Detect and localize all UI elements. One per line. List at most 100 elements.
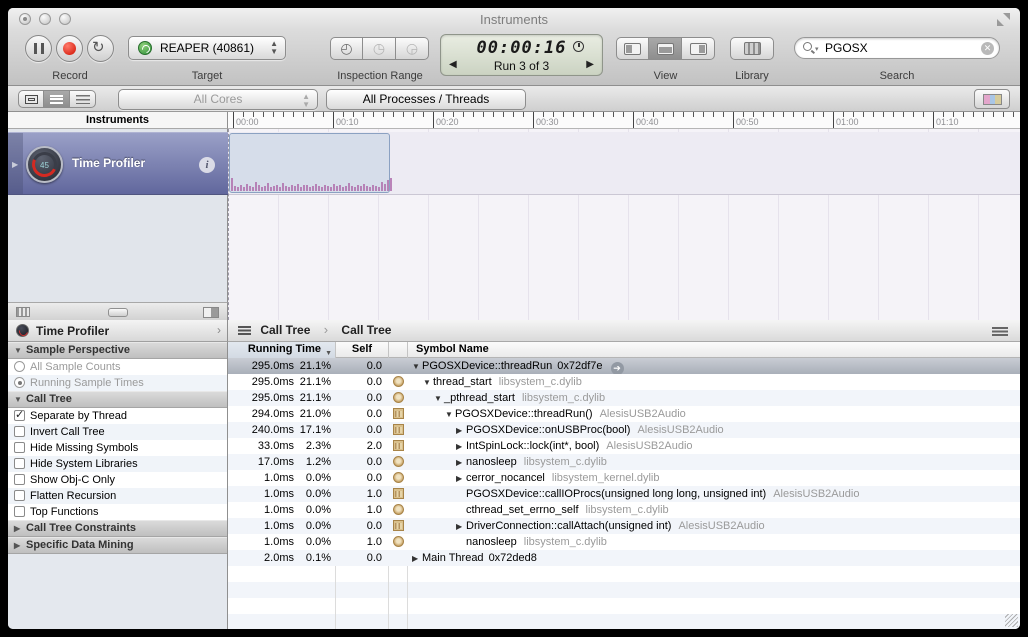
all-cores-popup[interactable]: All Cores ▲▼ (118, 89, 318, 110)
disclosure-closed-icon[interactable]: ▶ (456, 455, 466, 471)
call-tree-row[interactable]: 17.0ms1.2%0.0▶nanosleeplibsystem_c.dylib (228, 454, 1020, 470)
disclosure-open-icon[interactable]: ▼ (445, 407, 455, 423)
all-processes-button[interactable]: All Processes / Threads (326, 89, 526, 110)
disclosure-closed-icon[interactable]: ▶ (456, 439, 466, 455)
call-tree-row[interactable]: 1.0ms0.0%1.0cthread_set_errno_selflibsys… (228, 502, 1020, 518)
collapse-handle[interactable] (108, 308, 128, 317)
search-field[interactable]: ▾ ✕ (794, 37, 1000, 59)
disclosure-open-icon[interactable]: ▼ (434, 391, 444, 407)
checkbox-icon[interactable] (14, 506, 25, 517)
breadcrumb-item-current[interactable]: Call Tree (341, 323, 391, 337)
checkbox-icon[interactable] (14, 458, 25, 469)
call-tree-row[interactable]: 295.0ms21.1%0.0▼thread_startlibsystem_c.… (228, 374, 1020, 390)
call-tree-row[interactable]: 33.0ms2.3%2.0▶IntSpinLock::lock(int*, bo… (228, 438, 1020, 454)
call-tree-body[interactable]: 295.0ms21.1%0.0▼PGOSXDevice::threadRun0x… (228, 358, 1020, 629)
disclosure-closed-icon[interactable]: ▶ (456, 423, 466, 439)
library-button[interactable] (730, 37, 774, 60)
info-button[interactable]: i (199, 157, 215, 173)
checkbox-item-hide-missing-symbols[interactable]: Hide Missing Symbols (8, 440, 227, 456)
view-bottom-pane-button[interactable] (649, 37, 682, 60)
disclosure-closed-icon[interactable]: ▶ (412, 551, 422, 567)
record-button[interactable] (56, 35, 83, 62)
radio-item-all-sample-counts[interactable]: All Sample Counts (8, 359, 227, 375)
all-cores-value: All Cores (194, 92, 243, 106)
next-run-button[interactable]: ▶ (586, 59, 594, 70)
inspection-clear-button[interactable]: ◷ (363, 37, 396, 60)
section-header-call-tree-constraints[interactable]: ▶Call Tree Constraints (8, 520, 227, 537)
list-view-button[interactable] (44, 90, 70, 108)
pause-button[interactable] (25, 35, 52, 62)
timeline-track-area[interactable] (228, 129, 1020, 320)
call-tree-row[interactable]: 1.0ms0.0%1.0PGOSXDevice::callIOProcs(uns… (228, 486, 1020, 502)
checkbox-item-invert-call-tree[interactable]: Invert Call Tree (8, 424, 227, 440)
search-input[interactable] (825, 40, 975, 56)
panel-toggle-icon[interactable] (203, 307, 219, 318)
loop-button[interactable]: ↻ (87, 35, 114, 62)
detail-menu-icon[interactable] (992, 327, 1008, 336)
inspection-end-button[interactable]: ◶ (396, 37, 429, 60)
breadcrumb-item-root[interactable]: Call Tree (260, 323, 310, 337)
call-tree-row[interactable]: 2.0ms0.1%0.0▶Main Thread0x72ded8 (228, 550, 1020, 566)
section-header-call-tree[interactable]: ▼Call Tree (8, 391, 227, 408)
inspection-start-button[interactable]: ◴ (330, 37, 363, 60)
call-tree-row[interactable]: 295.0ms21.1%0.0▼_pthread_startlibsystem_… (228, 390, 1020, 406)
radio-item-running-sample-times[interactable]: Running Sample Times (8, 375, 227, 391)
column-header-symbol-name[interactable]: Symbol Name (408, 342, 1020, 358)
call-tree-row[interactable]: 294.0ms21.0%0.0▼PGOSXDevice::threadRun()… (228, 406, 1020, 422)
disclosure-open-icon[interactable]: ▼ (412, 359, 422, 375)
instrument-row-time-profiler[interactable]: ▶ 45 Time Profiler i (8, 132, 228, 195)
disclosure-open-icon[interactable]: ▼ (423, 375, 433, 391)
resize-grip-icon[interactable] (1005, 614, 1018, 627)
inspector-header[interactable]: Time Profiler › (8, 320, 228, 342)
section-header-sample-perspective[interactable]: ▼Sample Perspective (8, 342, 227, 359)
waveform-bar (246, 184, 248, 191)
radio-icon[interactable] (14, 361, 25, 372)
disclosure-closed-icon[interactable]: ▶ (14, 538, 26, 553)
column-header-self[interactable]: Self (336, 342, 389, 358)
ruler-tick-label: 01:10 (936, 117, 959, 127)
checkbox-item-flatten-recursion[interactable]: Flatten Recursion (8, 488, 227, 504)
checkbox-icon[interactable] (14, 426, 25, 437)
radio-selected-icon[interactable] (14, 377, 25, 388)
section-header-specific-data-mining[interactable]: ▶Specific Data Mining (8, 537, 227, 554)
strategy-colors-button[interactable] (974, 89, 1010, 109)
checkbox-item-show-obj-c-only[interactable]: Show Obj-C Only (8, 472, 227, 488)
call-tree-row[interactable]: 240.0ms17.1%0.0▶PGOSXDevice::onUSBProc(b… (228, 422, 1020, 438)
checkbox-icon[interactable] (14, 474, 25, 485)
fullscreen-arrows-icon[interactable] (997, 13, 1010, 26)
jump-menu-icon[interactable] (238, 326, 251, 335)
waveform-bar (234, 186, 236, 191)
disclosure-closed-icon[interactable]: ▶ (456, 519, 466, 535)
disclosure-closed-icon[interactable]: ▶ (14, 521, 26, 536)
checkbox-item-top-functions[interactable]: Top Functions (8, 504, 227, 520)
run-text: Run 3 of 3 (494, 59, 549, 73)
checkbox-icon[interactable] (14, 490, 25, 501)
checkbox-icon[interactable] (14, 442, 25, 453)
checkbox-item-separate-by-thread[interactable]: Separate by Thread (8, 408, 227, 424)
search-scope-caret-icon[interactable]: ▾ (815, 45, 819, 53)
checkbox-checked-icon[interactable] (14, 410, 25, 421)
option-label: All Sample Counts (30, 361, 121, 373)
track-view-button[interactable] (18, 90, 44, 108)
disclosure-closed-icon[interactable]: ▶ (456, 471, 466, 487)
disclosure-open-icon[interactable]: ▼ (14, 343, 26, 358)
call-tree-row[interactable]: 1.0ms0.0%0.0▶cerror_nocancellibsystem_ke… (228, 470, 1020, 486)
checkbox-item-hide-system-libraries[interactable]: Hide System Libraries (8, 456, 227, 472)
call-tree-row[interactable]: 1.0ms0.0%0.0▶DriverConnection::callAttac… (228, 518, 1020, 534)
playhead-line[interactable] (228, 129, 229, 320)
clear-search-icon[interactable]: ✕ (981, 42, 994, 55)
time-profiler-track[interactable] (228, 132, 1020, 195)
disclosure-open-icon[interactable]: ▼ (14, 392, 26, 407)
track-disclosure-icon[interactable]: ▶ (12, 160, 18, 169)
run-selection-region[interactable] (229, 133, 390, 193)
call-tree-row[interactable]: 1.0ms0.0%1.0nanosleeplibsystem_c.dylib (228, 534, 1020, 550)
view-right-pane-button[interactable] (682, 37, 715, 60)
outline-view-button[interactable] (70, 90, 96, 108)
target-popup[interactable]: REAPER (40861) ▲▼ (128, 36, 286, 60)
previous-run-button[interactable]: ◀ (449, 59, 457, 70)
column-header-running-time[interactable]: Running Time ▼ (228, 342, 336, 358)
view-left-pane-button[interactable] (616, 37, 649, 60)
timeline-ruler[interactable]: 00:0000:1000:2000:3000:4000:5001:0001:10 (228, 112, 1020, 129)
histogram-icon[interactable] (16, 307, 30, 317)
call-tree-row[interactable]: 295.0ms21.1%0.0▼PGOSXDevice::threadRun0x… (228, 358, 1020, 374)
